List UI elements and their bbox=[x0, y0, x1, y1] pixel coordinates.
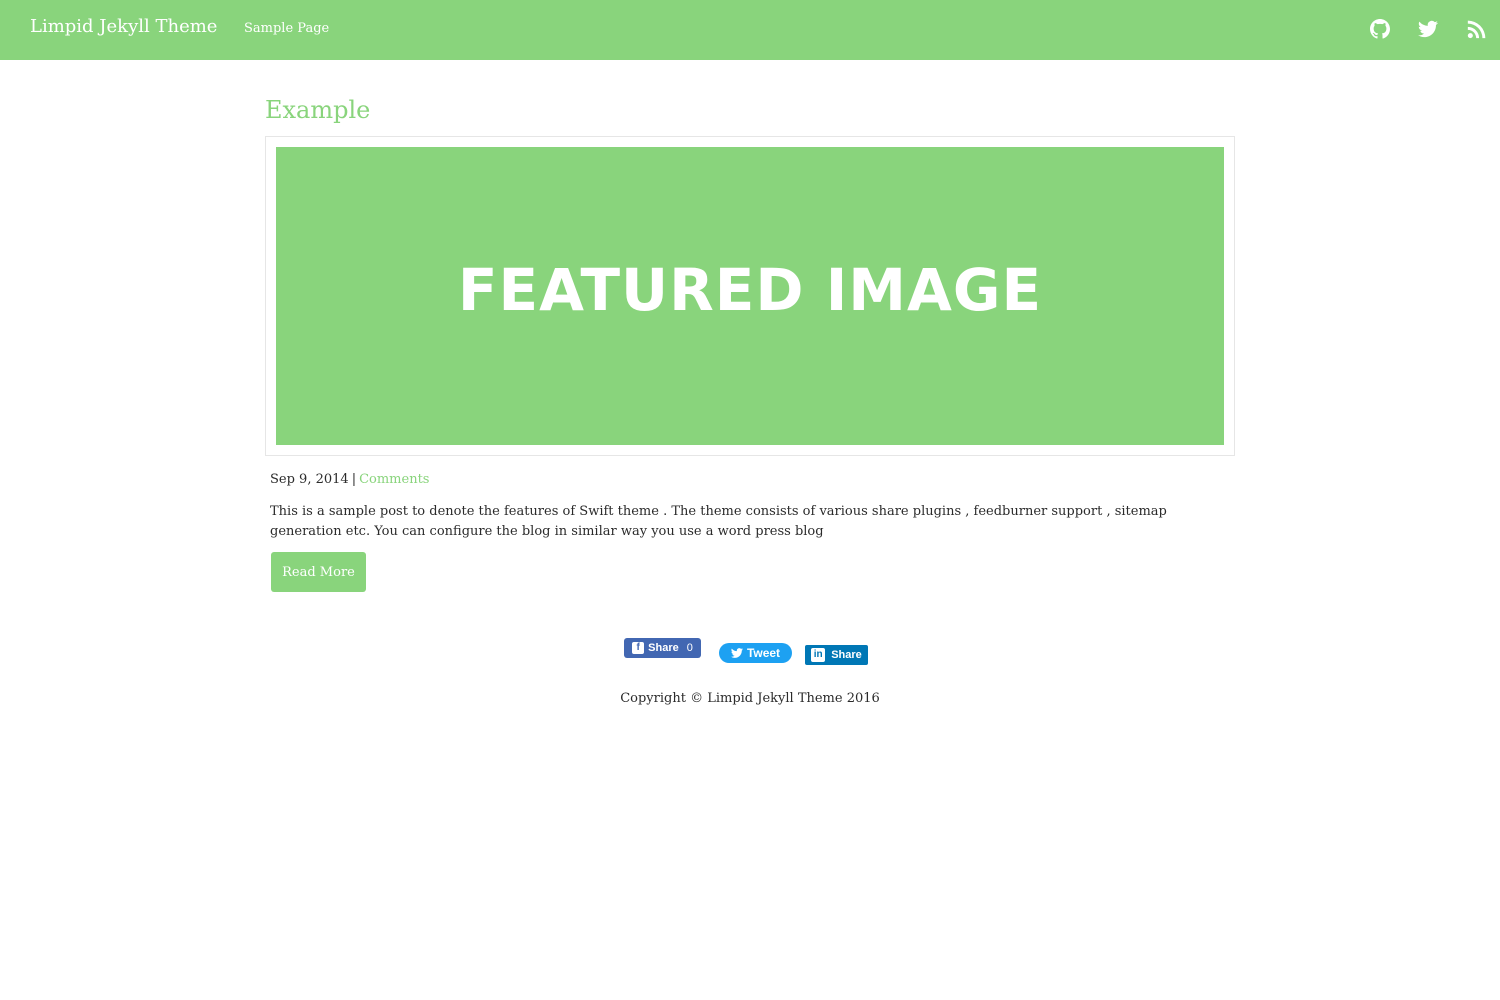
read-more-button[interactable]: Read More bbox=[271, 552, 366, 592]
footer-copyright: Copyright © Limpid Jekyll Theme 2016 bbox=[620, 691, 880, 706]
linkedin-icon: in bbox=[811, 648, 826, 662]
featured-image-frame: FEATURED IMAGE bbox=[265, 136, 1235, 456]
facebook-share-label: Share bbox=[648, 642, 679, 654]
facebook-share-count: 0 bbox=[686, 642, 693, 654]
nav-link-sample-page[interactable]: Sample Page bbox=[244, 21, 329, 36]
meta-separator: | bbox=[351, 472, 357, 487]
tweet-button[interactable]: Tweet bbox=[719, 643, 792, 663]
rss-icon[interactable] bbox=[1467, 19, 1487, 39]
post-date: Sep 9, 2014 bbox=[270, 472, 349, 487]
post-excerpt: This is a sample post to denote the feat… bbox=[270, 504, 1167, 539]
linkedin-share-label: Share bbox=[831, 649, 862, 661]
github-icon[interactable] bbox=[1370, 19, 1390, 39]
facebook-share-button[interactable]: f Share 0 bbox=[624, 638, 701, 658]
twitter-bird-icon bbox=[730, 648, 743, 658]
site-brand-link[interactable]: Limpid Jekyll Theme bbox=[30, 16, 217, 37]
comments-link[interactable]: Comments bbox=[359, 472, 429, 487]
featured-image: FEATURED IMAGE bbox=[276, 147, 1224, 445]
tweet-label: Tweet bbox=[746, 646, 781, 660]
twitter-icon[interactable] bbox=[1418, 19, 1438, 39]
top-navbar: Limpid Jekyll Theme Sample Page bbox=[0, 0, 1500, 60]
featured-image-text: FEATURED IMAGE bbox=[457, 256, 1043, 324]
post-title[interactable]: Example bbox=[265, 96, 370, 124]
linkedin-share-button[interactable]: in Share bbox=[805, 645, 868, 665]
facebook-icon: f bbox=[632, 642, 645, 654]
post-meta: Sep 9, 2014 | Comments bbox=[270, 472, 429, 487]
